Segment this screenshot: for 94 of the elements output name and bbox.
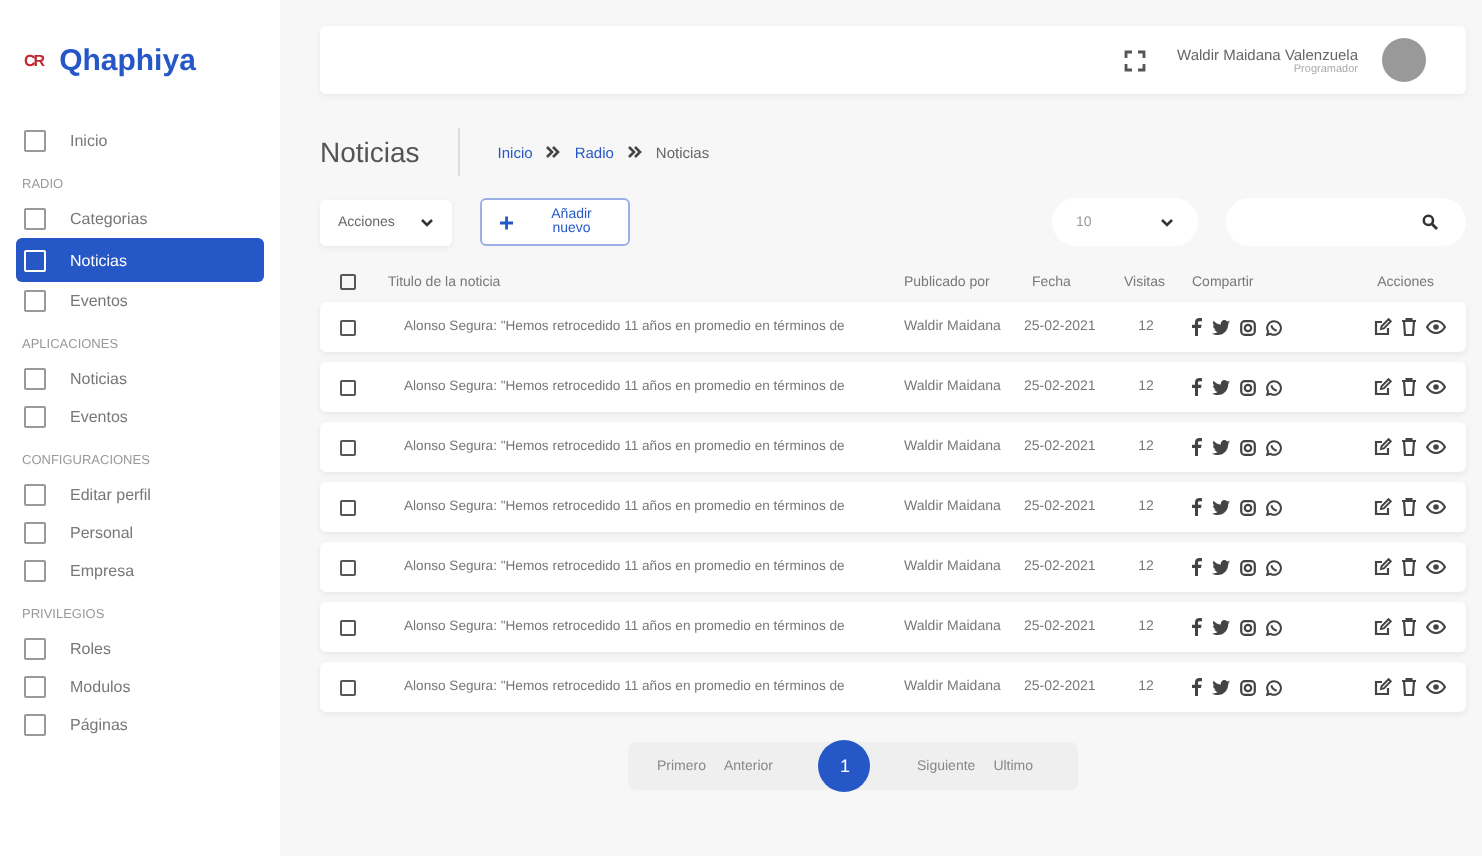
chevron-down-icon [420,217,434,227]
square-icon [24,638,46,660]
brand-name: Qhaphiya [59,44,196,78]
edit-icon[interactable] [1374,498,1392,516]
square-icon [24,290,46,312]
camera-icon[interactable] [1240,499,1256,515]
sidebar-item[interactable]: Empresa [16,552,264,590]
chevron-icon [546,146,561,158]
search-field[interactable] [1226,198,1466,246]
edit-icon[interactable] [1374,678,1392,696]
facebook-icon[interactable] [1192,318,1202,336]
phone-bubble-icon[interactable] [1266,379,1282,395]
logo-mark: CR [24,52,44,70]
camera-icon[interactable] [1240,439,1256,455]
sidebar-item[interactable]: Modulos [16,668,264,706]
camera-icon[interactable] [1240,319,1256,335]
page-title: Noticias [320,136,420,168]
facebook-icon[interactable] [1192,678,1202,696]
camera-icon[interactable] [1240,379,1256,395]
search-icon [1422,214,1438,230]
fullscreen-icon[interactable] [1123,49,1146,71]
bird-icon[interactable] [1212,379,1230,395]
facebook-icon[interactable] [1192,498,1202,516]
bird-icon[interactable] [1212,559,1230,575]
trash-icon[interactable] [1402,438,1416,456]
eye-icon[interactable] [1426,680,1446,694]
square-icon [24,714,46,736]
square-icon [24,522,46,544]
edit-icon[interactable] [1374,618,1392,636]
edit-icon[interactable] [1374,438,1392,456]
sidebar-item[interactable]: Personal [16,514,264,552]
square-icon [24,249,46,271]
square-icon [24,676,46,698]
eye-icon[interactable] [1426,500,1446,514]
eye-icon[interactable] [1426,620,1446,634]
sidebar-item[interactable]: Noticias [16,238,264,282]
chevron-icon [627,146,642,158]
eye-icon[interactable] [1426,440,1446,454]
square-icon [24,130,46,152]
edit-icon[interactable] [1374,378,1392,396]
square-icon [24,208,46,230]
camera-icon[interactable] [1240,679,1256,695]
row-checkbox[interactable] [340,559,356,575]
phone-bubble-icon[interactable] [1266,319,1282,335]
phone-bubble-icon[interactable] [1266,499,1282,515]
row-checkbox[interactable] [340,379,356,395]
sidebar-item[interactable]: Páginas [16,706,264,744]
row-checkbox[interactable] [340,619,356,635]
sidebar-item[interactable]: Editar perfil [16,476,264,514]
square-icon [24,560,46,582]
facebook-icon[interactable] [1192,438,1202,456]
bird-icon[interactable] [1212,619,1230,635]
bird-icon[interactable] [1212,679,1230,695]
square-icon [24,406,46,428]
square-icon [24,368,46,390]
facebook-icon[interactable] [1192,618,1202,636]
bird-icon[interactable] [1212,439,1230,455]
trash-icon[interactable] [1402,618,1416,636]
camera-icon[interactable] [1240,619,1256,635]
edit-icon[interactable] [1374,558,1392,576]
sidebar-item[interactable]: Roles [16,630,264,668]
trash-icon[interactable] [1402,318,1416,336]
eye-icon[interactable] [1426,560,1446,574]
phone-bubble-icon[interactable] [1266,559,1282,575]
bird-icon[interactable] [1212,319,1230,335]
sidebar-item[interactable]: Eventos [16,398,264,436]
trash-icon[interactable] [1402,378,1416,396]
avatar[interactable] [1382,38,1426,82]
eye-icon[interactable] [1426,320,1446,334]
sidebar-item[interactable]: Categorias [16,200,264,238]
square-icon [24,484,46,506]
row-checkbox[interactable] [340,439,356,455]
trash-icon[interactable] [1402,498,1416,516]
plus-icon [500,215,514,229]
eye-icon[interactable] [1426,380,1446,394]
phone-bubble-icon[interactable] [1266,679,1282,695]
row-checkbox[interactable] [340,499,356,515]
row-checkbox[interactable] [340,319,356,335]
sidebar-item[interactable]: Inicio [16,122,264,160]
bird-icon[interactable] [1212,499,1230,515]
sidebar-item[interactable]: Eventos [16,282,264,320]
page-number[interactable]: 1 [818,740,871,792]
chevron-down-icon [1160,217,1174,227]
phone-bubble-icon[interactable] [1266,439,1282,455]
select-all-checkbox[interactable] [340,274,356,290]
trash-icon[interactable] [1402,558,1416,576]
facebook-icon[interactable] [1192,558,1202,576]
camera-icon[interactable] [1240,559,1256,575]
phone-bubble-icon[interactable] [1266,619,1282,635]
facebook-icon[interactable] [1192,378,1202,396]
row-checkbox[interactable] [340,679,356,695]
trash-icon[interactable] [1402,678,1416,696]
edit-icon[interactable] [1374,318,1392,336]
sidebar-item[interactable]: Noticias [16,360,264,398]
